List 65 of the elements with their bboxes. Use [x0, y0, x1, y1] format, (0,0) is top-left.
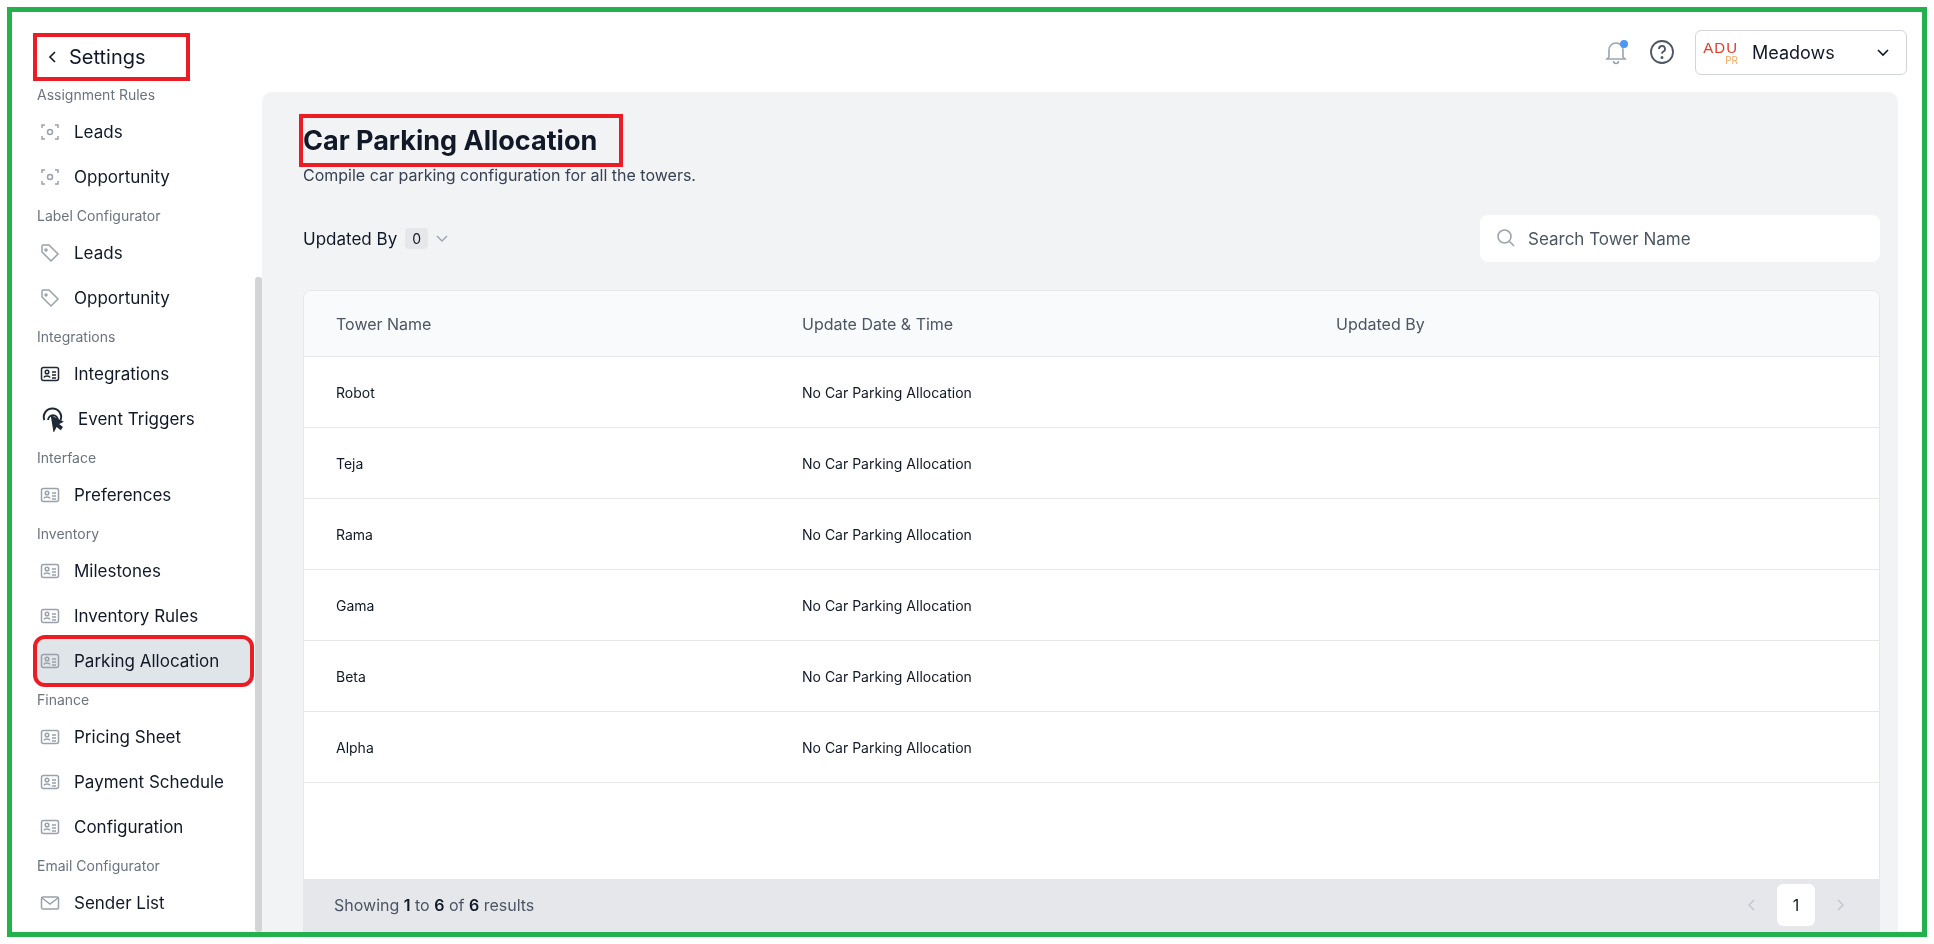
table-cell-text: No Car Parking Allocation — [802, 738, 973, 756]
id-card-icon — [40, 727, 60, 747]
scrollbar[interactable] — [255, 277, 262, 932]
column-header: Tower Name — [336, 313, 433, 334]
table-cell-text: No Car Parking Allocation — [802, 454, 973, 472]
sidebar-item[interactable]: Event Triggers — [37, 397, 250, 441]
sidebar-item[interactable]: Opportunity — [37, 155, 250, 199]
table-cell-text: Rama — [336, 525, 374, 543]
section-label: Assignment Rules — [37, 84, 157, 105]
sidebar-item[interactable]: Payment Schedule — [37, 760, 250, 804]
sidebar-item[interactable]: Sender List — [37, 881, 250, 925]
table-cell-text: No Car Parking Allocation — [802, 383, 973, 401]
results-summary: Showing 1 to 6 of 6 results — [334, 895, 535, 915]
sidebar-item[interactable]: Configuration — [37, 805, 250, 849]
sidebar-item[interactable]: Pricing Sheet — [37, 715, 250, 759]
chevron-left-icon — [1747, 898, 1757, 912]
chevron-down-icon — [1876, 47, 1890, 57]
section-label: Inventory — [37, 523, 101, 544]
mail-icon — [40, 893, 60, 913]
section-label: Label Configurator — [37, 205, 162, 226]
page-button[interactable]: 1 — [1777, 884, 1815, 926]
table-cell-text: Alpha — [336, 738, 375, 756]
chevron-down-icon — [436, 234, 449, 243]
column-header: Updated By — [1336, 313, 1426, 334]
table-cell-text: No Car Parking Allocation — [802, 667, 973, 685]
section-label: Email Configurator — [37, 855, 161, 876]
table-cell-text: Beta — [336, 667, 367, 685]
focus-icon — [40, 167, 60, 187]
id-card-icon — [40, 772, 60, 792]
sidebar-item[interactable]: Leads — [37, 231, 250, 275]
sidebar-item[interactable]: Leads — [37, 110, 250, 154]
id-card-icon — [40, 561, 60, 581]
chevron-right-icon — [1835, 898, 1845, 912]
bell-icon[interactable] — [1603, 38, 1629, 66]
id-card-icon — [40, 364, 60, 384]
search-field[interactable]: Search Tower Name — [1480, 215, 1880, 262]
section-label: Finance — [37, 689, 91, 710]
sidebar-item[interactable]: Integrations — [37, 352, 250, 396]
page-subtitle: Compile car parking configuration for all the towers. — [303, 165, 697, 185]
id-card-icon — [40, 651, 60, 671]
help-icon[interactable] — [1649, 39, 1675, 65]
table-cell-text: Gama — [336, 596, 376, 614]
sidebar-item[interactable]: Preferences — [37, 473, 250, 517]
table-cell-text: No Car Parking Allocation — [802, 525, 973, 543]
section-label: Interface — [37, 447, 98, 468]
focus-icon — [40, 122, 60, 142]
section-label: Integrations — [37, 326, 117, 347]
back-button[interactable]: Settings — [37, 37, 186, 77]
table-cell-text: Robot — [336, 383, 376, 401]
table-cell-text: Teja — [336, 454, 365, 472]
sidebar-item[interactable]: Inventory Rules — [37, 594, 250, 638]
logo-text: PR — [1725, 54, 1738, 65]
tag-icon — [40, 288, 60, 308]
chevron-left-icon — [47, 50, 59, 64]
sidebar-item[interactable]: Opportunity — [37, 276, 250, 320]
id-card-icon — [40, 485, 60, 505]
id-card-icon — [40, 817, 60, 837]
tap-pointer-icon — [40, 406, 66, 432]
id-card-icon — [40, 606, 60, 626]
sidebar-item[interactable]: Milestones — [37, 549, 250, 593]
logo-text: ADU — [1703, 39, 1738, 55]
updated-by-filter[interactable]: Updated By 0 — [303, 228, 449, 249]
column-header: Update Date & Time — [802, 313, 955, 334]
tag-icon — [40, 243, 60, 263]
table-cell-text: No Car Parking Allocation — [802, 596, 973, 614]
